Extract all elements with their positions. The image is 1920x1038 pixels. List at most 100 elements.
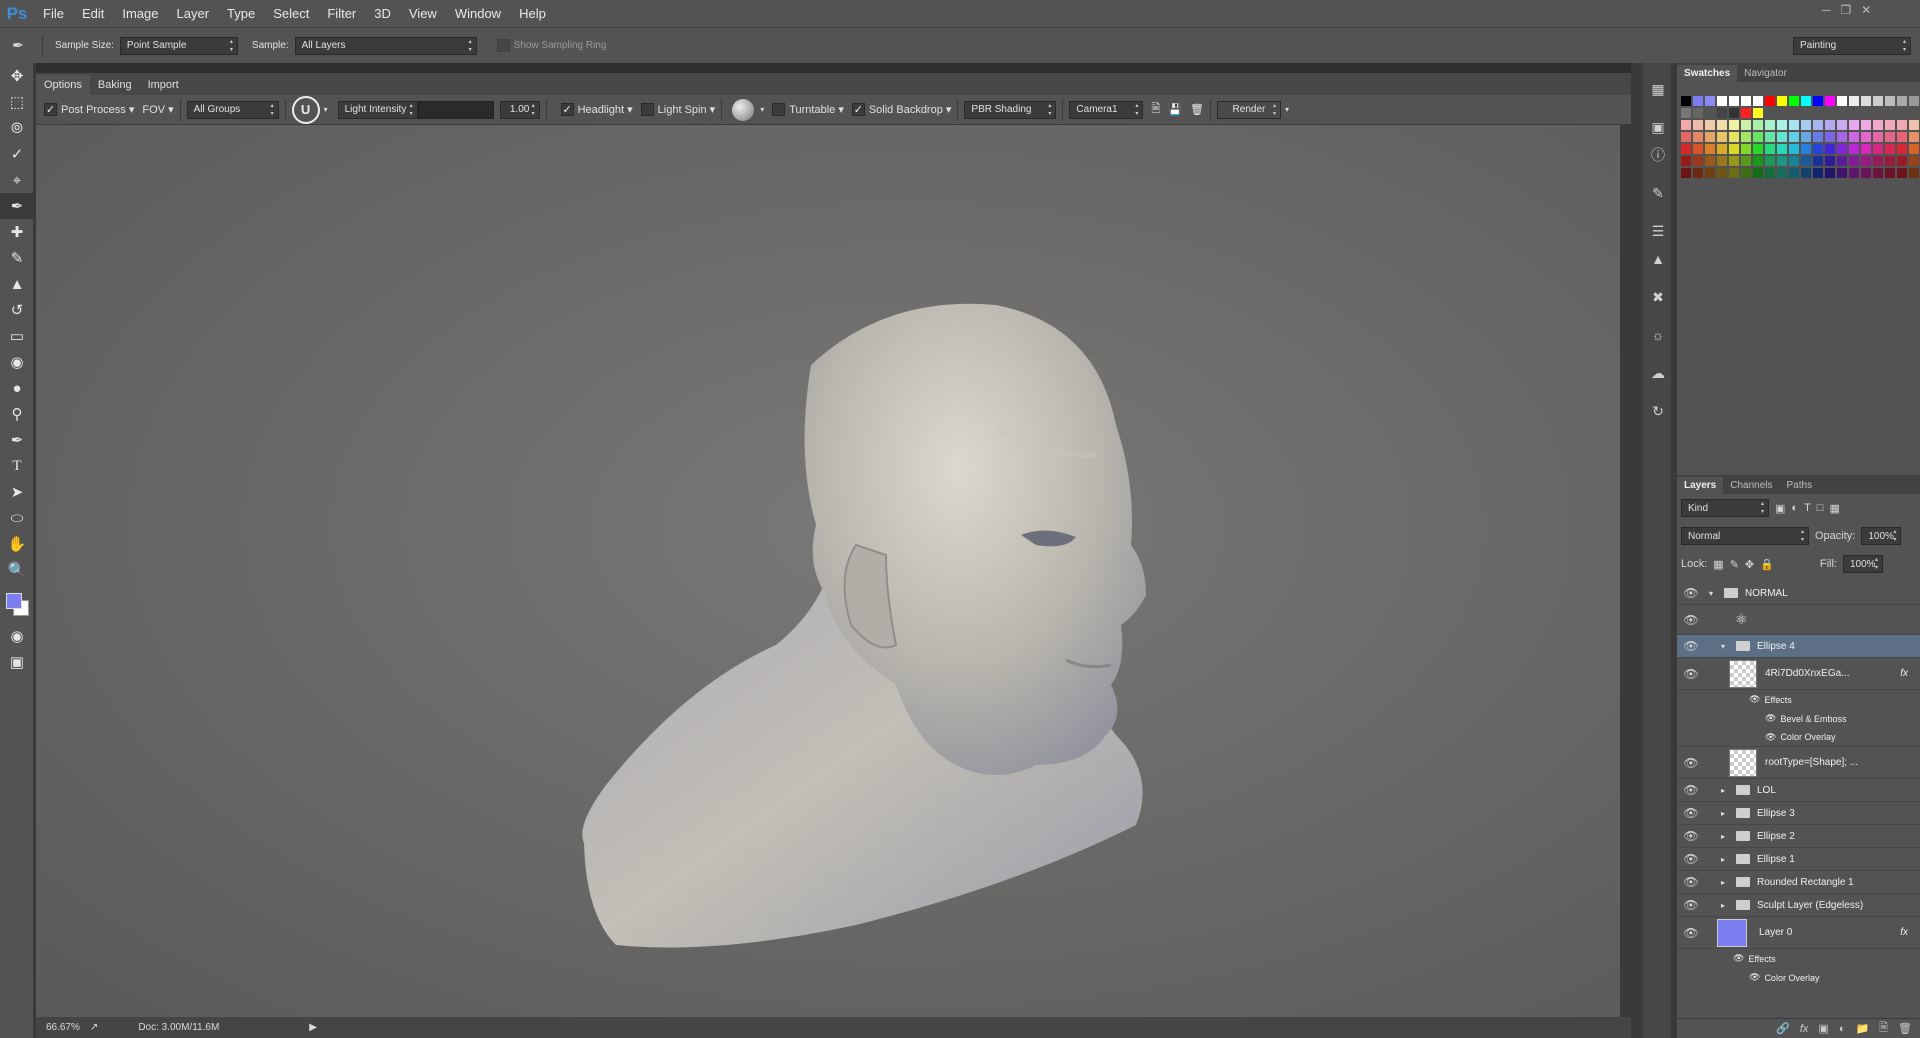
expand-icon[interactable]: ▾: [1705, 589, 1717, 598]
link-icon[interactable]: 🔗: [1776, 1022, 1790, 1035]
swatch[interactable]: [1717, 156, 1727, 166]
swatch[interactable]: [1885, 168, 1895, 178]
swatch[interactable]: [1729, 96, 1739, 106]
eye-icon[interactable]: 👁: [1677, 806, 1705, 820]
foreground-color[interactable]: [6, 593, 22, 609]
quick-mask-icon[interactable]: ◉: [0, 623, 34, 649]
marquee-tool-icon[interactable]: ⬚: [0, 89, 34, 115]
material-sphere-icon[interactable]: [732, 98, 755, 121]
move-tool-icon[interactable]: ✥: [0, 63, 34, 89]
swatch[interactable]: [1801, 156, 1811, 166]
swatch[interactable]: [1741, 120, 1751, 130]
swatch[interactable]: [1825, 168, 1835, 178]
swatch[interactable]: [1837, 168, 1847, 178]
hand-tool-icon[interactable]: ✋: [0, 531, 34, 557]
healing-tool-icon[interactable]: ✚: [0, 219, 34, 245]
layer-shape[interactable]: 👁 4Ri7Dd0XnxEGa... fx: [1677, 658, 1920, 690]
swatch[interactable]: [1765, 96, 1775, 106]
swatch[interactable]: [1753, 156, 1763, 166]
collapse-icon[interactable]: ▸: [1717, 855, 1729, 864]
eyedropper-tool-icon[interactable]: ✒: [0, 37, 36, 54]
fx-icon[interactable]: fx: [1900, 927, 1908, 938]
sample-select[interactable]: All Layers: [294, 36, 477, 55]
eyedropper-icon[interactable]: ✒: [0, 193, 34, 219]
swatch[interactable]: [1825, 156, 1835, 166]
swatch[interactable]: [1765, 120, 1775, 130]
fill-input[interactable]: 100%: [1842, 555, 1883, 573]
swatch[interactable]: [1909, 144, 1919, 154]
tab-channels[interactable]: Channels: [1723, 477, 1779, 494]
kind-filter-select[interactable]: Kind: [1681, 499, 1769, 517]
fov-select[interactable]: FOV ▾: [142, 103, 173, 117]
swatch[interactable]: [1753, 96, 1763, 106]
chevron-down-icon[interactable]: ▾: [324, 105, 328, 114]
save-icon[interactable]: 💾: [1168, 103, 1182, 116]
effects-panel-icon[interactable]: ☼: [1643, 321, 1673, 349]
brush-tool-icon[interactable]: ✎: [0, 245, 34, 271]
effects-row[interactable]: 👁 Effects: [1677, 949, 1920, 968]
lasso-tool-icon[interactable]: ⦾: [0, 115, 34, 141]
swatch[interactable]: [1861, 96, 1871, 106]
zoom-tool-icon[interactable]: 🔍: [0, 557, 34, 583]
tools-panel-icon[interactable]: ✖: [1643, 283, 1673, 311]
lock-all-icon[interactable]: 🔒: [1760, 558, 1774, 571]
menu-help[interactable]: Help: [510, 0, 555, 27]
eye-icon[interactable]: 👁: [1749, 972, 1760, 983]
swatch[interactable]: [1813, 144, 1823, 154]
swatch[interactable]: [1909, 168, 1919, 178]
menu-select[interactable]: Select: [264, 0, 318, 27]
dodge-tool-icon[interactable]: ⚲: [0, 401, 34, 427]
swatch[interactable]: [1741, 96, 1751, 106]
3d-panel-icon[interactable]: ▣: [1643, 113, 1673, 141]
swatch[interactable]: [1909, 132, 1919, 142]
swatch[interactable]: [1789, 132, 1799, 142]
swatch[interactable]: [1885, 120, 1895, 130]
swatch[interactable]: [1897, 132, 1907, 142]
render-button[interactable]: Render: [1216, 100, 1281, 119]
chevron-down-icon[interactable]: ▾: [1285, 105, 1289, 114]
collapse-icon[interactable]: ▸: [1717, 786, 1729, 795]
brush-panel-icon[interactable]: ✎: [1643, 179, 1673, 207]
swatch[interactable]: [1849, 120, 1859, 130]
show-ring-checkbox[interactable]: [496, 39, 510, 52]
eye-icon[interactable]: 👁: [1677, 639, 1705, 653]
play-icon[interactable]: ▶: [309, 1022, 317, 1033]
swatch[interactable]: [1897, 144, 1907, 154]
swatch[interactable]: [1693, 144, 1703, 154]
eye-icon[interactable]: 👁: [1733, 953, 1744, 964]
swatch[interactable]: [1813, 156, 1823, 166]
eye-icon[interactable]: 👁: [1677, 613, 1705, 627]
swatch[interactable]: [1837, 156, 1847, 166]
swatch[interactable]: [1729, 156, 1739, 166]
swatch[interactable]: [1729, 132, 1739, 142]
effect-bevel[interactable]: 👁 Bevel & Emboss: [1677, 709, 1920, 728]
swatch[interactable]: [1765, 132, 1775, 142]
swatch[interactable]: [1825, 144, 1835, 154]
swatch-grid[interactable]: [1681, 96, 1920, 178]
menu-filter[interactable]: Filter: [318, 0, 365, 27]
swatch[interactable]: [1777, 96, 1787, 106]
eye-icon[interactable]: 👁: [1765, 732, 1776, 743]
type-tool-icon[interactable]: T: [0, 453, 34, 479]
minimize-icon[interactable]: ─: [1822, 3, 1831, 17]
light-intensity-value[interactable]: 1.00: [499, 100, 540, 119]
swatch[interactable]: [1681, 168, 1691, 178]
collapse-icon[interactable]: ▸: [1717, 878, 1729, 887]
swatch[interactable]: [1873, 132, 1883, 142]
swatch[interactable]: [1909, 96, 1919, 106]
swatch[interactable]: [1681, 108, 1691, 118]
unreal-logo-icon[interactable]: U: [291, 95, 320, 124]
swatch[interactable]: [1705, 96, 1715, 106]
swatch[interactable]: [1753, 108, 1763, 118]
eye-icon[interactable]: 👁: [1677, 586, 1705, 600]
vertical-scrollbar[interactable]: [1620, 125, 1631, 1017]
restore-icon[interactable]: ❐: [1841, 3, 1852, 17]
swatch[interactable]: [1885, 96, 1895, 106]
swatch[interactable]: [1825, 132, 1835, 142]
ellipse-tool-icon[interactable]: ⬭: [0, 505, 34, 531]
eye-icon[interactable]: 👁: [1677, 926, 1705, 940]
folder-icon[interactable]: 📁: [1855, 1022, 1869, 1035]
swatch[interactable]: [1777, 120, 1787, 130]
layer-group-ellipse2[interactable]: 👁 ▸ Ellipse 2: [1677, 825, 1920, 848]
swatch[interactable]: [1885, 132, 1895, 142]
